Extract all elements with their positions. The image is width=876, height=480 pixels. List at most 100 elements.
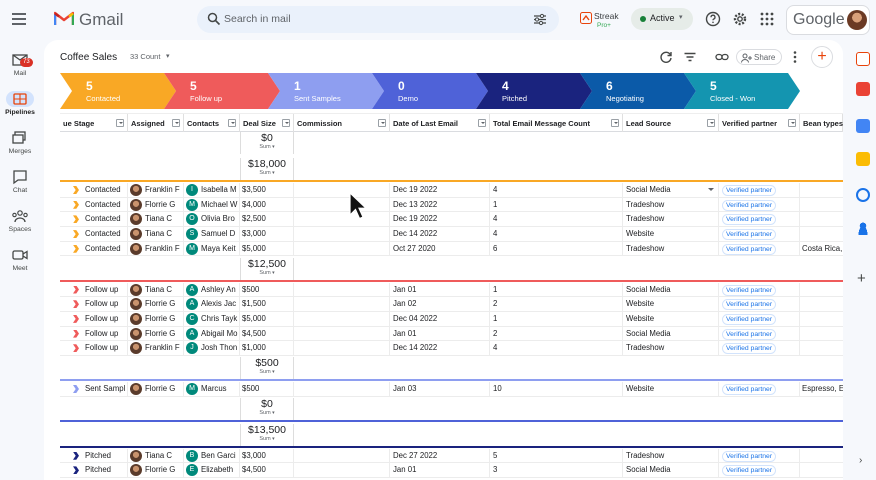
row-last-email-date[interactable]: Jan 01 [390, 326, 490, 341]
column-header[interactable]: Deal Size [240, 114, 294, 132]
row-deal-size[interactable]: $4,500 [240, 326, 294, 341]
group-sum-cell[interactable]: $0 Sum [240, 132, 294, 154]
verified-partner-tag[interactable]: Verified partner [722, 384, 777, 395]
row-commission[interactable] [294, 297, 390, 312]
row-assigned[interactable]: Florrie G [145, 463, 175, 477]
row-commission[interactable] [294, 382, 390, 396]
chevron-right-icon[interactable]: › [859, 455, 862, 466]
table-row[interactable]: Pitched Florrie G E Elizabeth $4,500 Jan 01 3 S… [60, 463, 843, 479]
row-last-email-date[interactable]: Jan 02 [390, 297, 490, 312]
row-contact[interactable]: Josh Thon [201, 341, 237, 355]
settings-gear-icon[interactable] [732, 11, 748, 27]
tasks-side-icon[interactable] [856, 82, 870, 96]
column-menu-dropdown-icon[interactable] [478, 119, 486, 127]
row-bean-types[interactable] [800, 227, 843, 241]
row-deal-size[interactable]: $2,500 [240, 212, 294, 227]
stage-negotiating[interactable]: 6 Negotiating [580, 73, 696, 109]
column-header[interactable]: Bean types [800, 114, 843, 132]
column-menu-dropdown-icon[interactable] [611, 119, 619, 127]
search-bar[interactable]: Search in mail [197, 6, 559, 33]
row-assigned[interactable]: Tiana C [145, 227, 172, 241]
row-commission[interactable] [294, 183, 390, 197]
lead-source-select[interactable]: Tradeshow [623, 197, 719, 212]
contacts-side-icon[interactable] [856, 221, 870, 235]
column-menu-dropdown-icon[interactable] [282, 119, 290, 127]
group-sum-label[interactable]: Sum [241, 436, 293, 443]
row-bean-types[interactable] [800, 341, 843, 355]
row-last-email-date[interactable]: Jan 01 [390, 282, 490, 297]
help-icon[interactable] [705, 11, 721, 27]
row-stage[interactable]: Follow up [85, 341, 118, 355]
verified-partner-tag[interactable]: Verified partner [722, 450, 777, 462]
gmail-logo-icon[interactable] [54, 10, 74, 26]
column-header[interactable]: Date of Last Email [390, 114, 490, 132]
table-row[interactable]: Follow up Tiana C A Ashley An $500 Jan 01 1 Soc… [60, 282, 843, 298]
table-row[interactable]: Contacted Franklin F M Maya Keit $5,000 Oct 2… [60, 241, 843, 257]
row-last-email-date[interactable]: Dec 27 2022 [390, 448, 490, 463]
row-deal-size[interactable]: $1,000 [240, 341, 294, 356]
lead-source-select[interactable]: Social Media [623, 183, 719, 197]
row-commission[interactable] [294, 282, 390, 297]
share-button[interactable]: Share [736, 49, 782, 65]
group-sum-cell[interactable]: $500 Sum [240, 357, 294, 379]
row-assigned[interactable]: Florrie G [145, 297, 175, 311]
row-commission[interactable] [294, 227, 390, 242]
row-commission[interactable] [294, 341, 390, 356]
refresh-icon[interactable] [659, 50, 673, 64]
row-email-count[interactable]: 4 [490, 227, 623, 242]
verified-partner-tag[interactable]: Verified partner [722, 185, 777, 196]
row-contact[interactable]: Ashley An [201, 283, 236, 297]
lead-source-select[interactable]: Tradeshow [623, 448, 719, 463]
row-assigned[interactable]: Tiana C [145, 449, 172, 463]
group-sum-label[interactable]: Sum [241, 144, 293, 151]
column-header[interactable]: ue Stage [60, 114, 128, 132]
stage-follow-up[interactable]: 5 Follow up [164, 73, 280, 109]
google-account-button[interactable]: Google [786, 5, 870, 35]
verified-partner-tag[interactable]: Verified partner [722, 229, 777, 241]
row-deal-size[interactable]: $3,000 [240, 448, 294, 463]
lead-source-select[interactable]: Social Media [623, 326, 719, 341]
row-bean-types[interactable] [800, 312, 843, 326]
lead-source-select[interactable]: Social Media [623, 463, 719, 478]
stage-closed-won[interactable]: 5 Closed - Won [684, 73, 800, 109]
table-row[interactable]: Contacted Tiana C S Samuel D $3,000 Dec 14 20… [60, 227, 843, 242]
row-last-email-date[interactable]: Dec 19 2022 [390, 212, 490, 227]
row-stage[interactable]: Follow up [85, 312, 118, 326]
row-email-count[interactable]: 5 [490, 448, 623, 463]
row-bean-types[interactable]: Costa Rica, [800, 242, 843, 256]
row-assigned[interactable]: Franklin F [145, 242, 180, 256]
row-last-email-date[interactable]: Oct 27 2020 [390, 241, 490, 256]
stage-pitched[interactable]: 4 Pitched [476, 73, 592, 109]
search-input[interactable]: Search in mail [224, 13, 291, 25]
verified-partner-tag[interactable]: Verified partner [722, 214, 777, 226]
row-deal-size[interactable]: $4,500 [240, 463, 294, 478]
row-commission[interactable] [294, 212, 390, 227]
keep-side-icon[interactable] [856, 152, 870, 166]
row-stage[interactable]: Follow up [85, 327, 118, 341]
pipeline-title[interactable]: Coffee Sales [60, 52, 117, 63]
stage-demo[interactable]: 0 Demo [372, 73, 488, 109]
row-assigned[interactable]: Tiana C [145, 283, 172, 297]
add-box-button[interactable]: + [811, 46, 833, 68]
column-header[interactable]: Assigned [128, 114, 184, 132]
column-menu-dropdown-icon[interactable] [378, 119, 386, 127]
row-email-count[interactable]: 4 [490, 212, 623, 227]
row-assigned[interactable]: Florrie G [145, 327, 175, 341]
streak-button[interactable]: Streak Pro+ [580, 9, 620, 33]
lead-source-select[interactable]: Tradeshow [623, 241, 719, 256]
table-row[interactable]: Contacted Franklin F I Isabella M $3,500 Dec … [60, 183, 843, 198]
row-stage[interactable]: Pitched [85, 449, 111, 463]
row-commission[interactable] [294, 448, 390, 463]
row-contact[interactable]: Marcus [201, 382, 227, 396]
link-icon[interactable] [715, 50, 729, 64]
row-last-email-date[interactable]: Dec 19 2022 [390, 183, 490, 197]
rail-item-spaces[interactable]: Spaces [0, 208, 40, 233]
column-menu-dropdown-icon[interactable] [707, 119, 715, 127]
row-deal-size[interactable]: $4,000 [240, 197, 294, 212]
column-header[interactable]: Verified partner [719, 114, 800, 132]
search-options-icon[interactable] [533, 13, 547, 26]
row-assigned[interactable]: Florrie G [145, 198, 175, 212]
rail-item-meet[interactable]: Meet [0, 247, 40, 272]
row-contact[interactable]: Olivia Bro [201, 212, 235, 226]
row-contact[interactable]: Samuel D [201, 227, 235, 241]
